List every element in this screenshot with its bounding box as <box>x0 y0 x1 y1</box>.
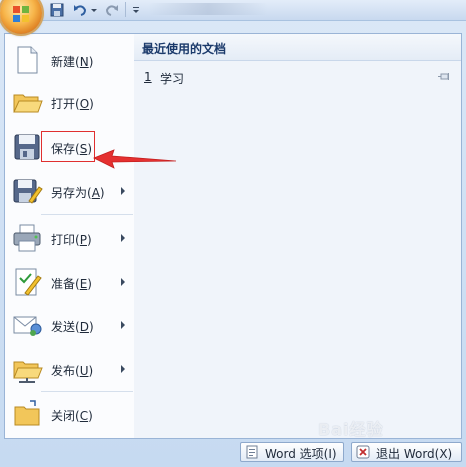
word-options-button[interactable]: Word 选项(I) <box>240 442 344 462</box>
recent-item-name: 学习 <box>160 72 185 86</box>
menu-item-send[interactable]: 发送(D) <box>5 305 133 345</box>
pin-icon[interactable] <box>437 71 451 83</box>
save-icon[interactable] <box>50 2 64 18</box>
office-button[interactable] <box>0 0 42 34</box>
menu-item-label: 准备(E) <box>51 277 92 291</box>
recent-header: 最近使用的文档 <box>134 34 461 61</box>
menu-separator <box>41 391 133 392</box>
exit-icon <box>356 445 370 459</box>
menu-item-open[interactable]: 打开(O) <box>5 82 133 122</box>
menu-separator <box>41 214 133 215</box>
submenu-arrow-icon <box>121 365 125 373</box>
undo-dropdown-icon[interactable] <box>90 2 98 18</box>
menu-item-label: 新建(N) <box>51 55 94 69</box>
office-menu: 新建(N) 打开(O) 保存(S) 另存为(A) 打印(P) 准备(E) 发送(… <box>4 33 462 439</box>
open-folder-icon <box>13 94 43 113</box>
submenu-arrow-icon <box>121 278 125 286</box>
prepare-document-icon <box>15 268 42 296</box>
menu-item-label: 发送(D) <box>51 320 94 334</box>
options-document-icon <box>246 445 258 459</box>
send-mail-icon <box>13 316 42 336</box>
office-logo-icon <box>13 6 29 22</box>
close-folder-icon <box>14 400 40 426</box>
new-document-icon <box>17 46 38 74</box>
recent-item[interactable]: 1 学习 <box>134 67 461 87</box>
submenu-arrow-icon <box>121 234 125 242</box>
menu-commands: 新建(N) 打开(O) 保存(S) 另存为(A) 打印(P) 准备(E) 发送(… <box>5 34 135 438</box>
customize-qat-icon[interactable] <box>131 2 141 18</box>
menu-item-label: 另存为(A) <box>51 186 105 200</box>
save-disk-icon <box>14 134 40 160</box>
watermark: Bai经验 <box>318 420 384 439</box>
printer-icon <box>13 224 41 252</box>
menu-item-close[interactable]: 关闭(C) <box>5 394 133 434</box>
annotation-arrow-icon <box>93 149 177 169</box>
menu-item-prepare[interactable]: 准备(E) <box>5 262 133 302</box>
publish-folder-icon <box>13 361 43 383</box>
submenu-arrow-icon <box>121 187 125 195</box>
qat-divider <box>125 2 126 17</box>
exit-word-button[interactable]: 退出 Word(X) <box>351 442 462 462</box>
menu-item-label: 关闭(C) <box>51 409 93 423</box>
menu-item-label: 发布(U) <box>51 364 94 378</box>
undo-icon[interactable] <box>72 2 88 18</box>
save-highlight-box <box>41 131 95 162</box>
menu-item-label: 打开(O) <box>51 97 94 111</box>
menu-item-label: 打印(P) <box>51 233 92 247</box>
recent-item-number: 1 <box>144 70 152 84</box>
word-options-label: Word 选项(I) <box>265 447 337 461</box>
recent-title: 最近使用的文档 <box>142 42 227 56</box>
exit-word-label: 退出 Word(X) <box>376 447 453 461</box>
menu-item-save-as[interactable]: 另存为(A) <box>5 171 133 211</box>
blurred-title <box>148 3 268 15</box>
recent-documents-panel: 最近使用的文档 1 学习 <box>134 34 461 438</box>
save-as-icon <box>13 179 43 204</box>
menu-item-print[interactable]: 打印(P) <box>5 218 133 258</box>
menu-item-publish[interactable]: 发布(U) <box>5 349 133 389</box>
quick-access-toolbar <box>0 0 466 34</box>
submenu-arrow-icon <box>121 321 125 329</box>
menu-item-new[interactable]: 新建(N) <box>5 40 133 80</box>
redo-icon[interactable] <box>104 2 120 18</box>
